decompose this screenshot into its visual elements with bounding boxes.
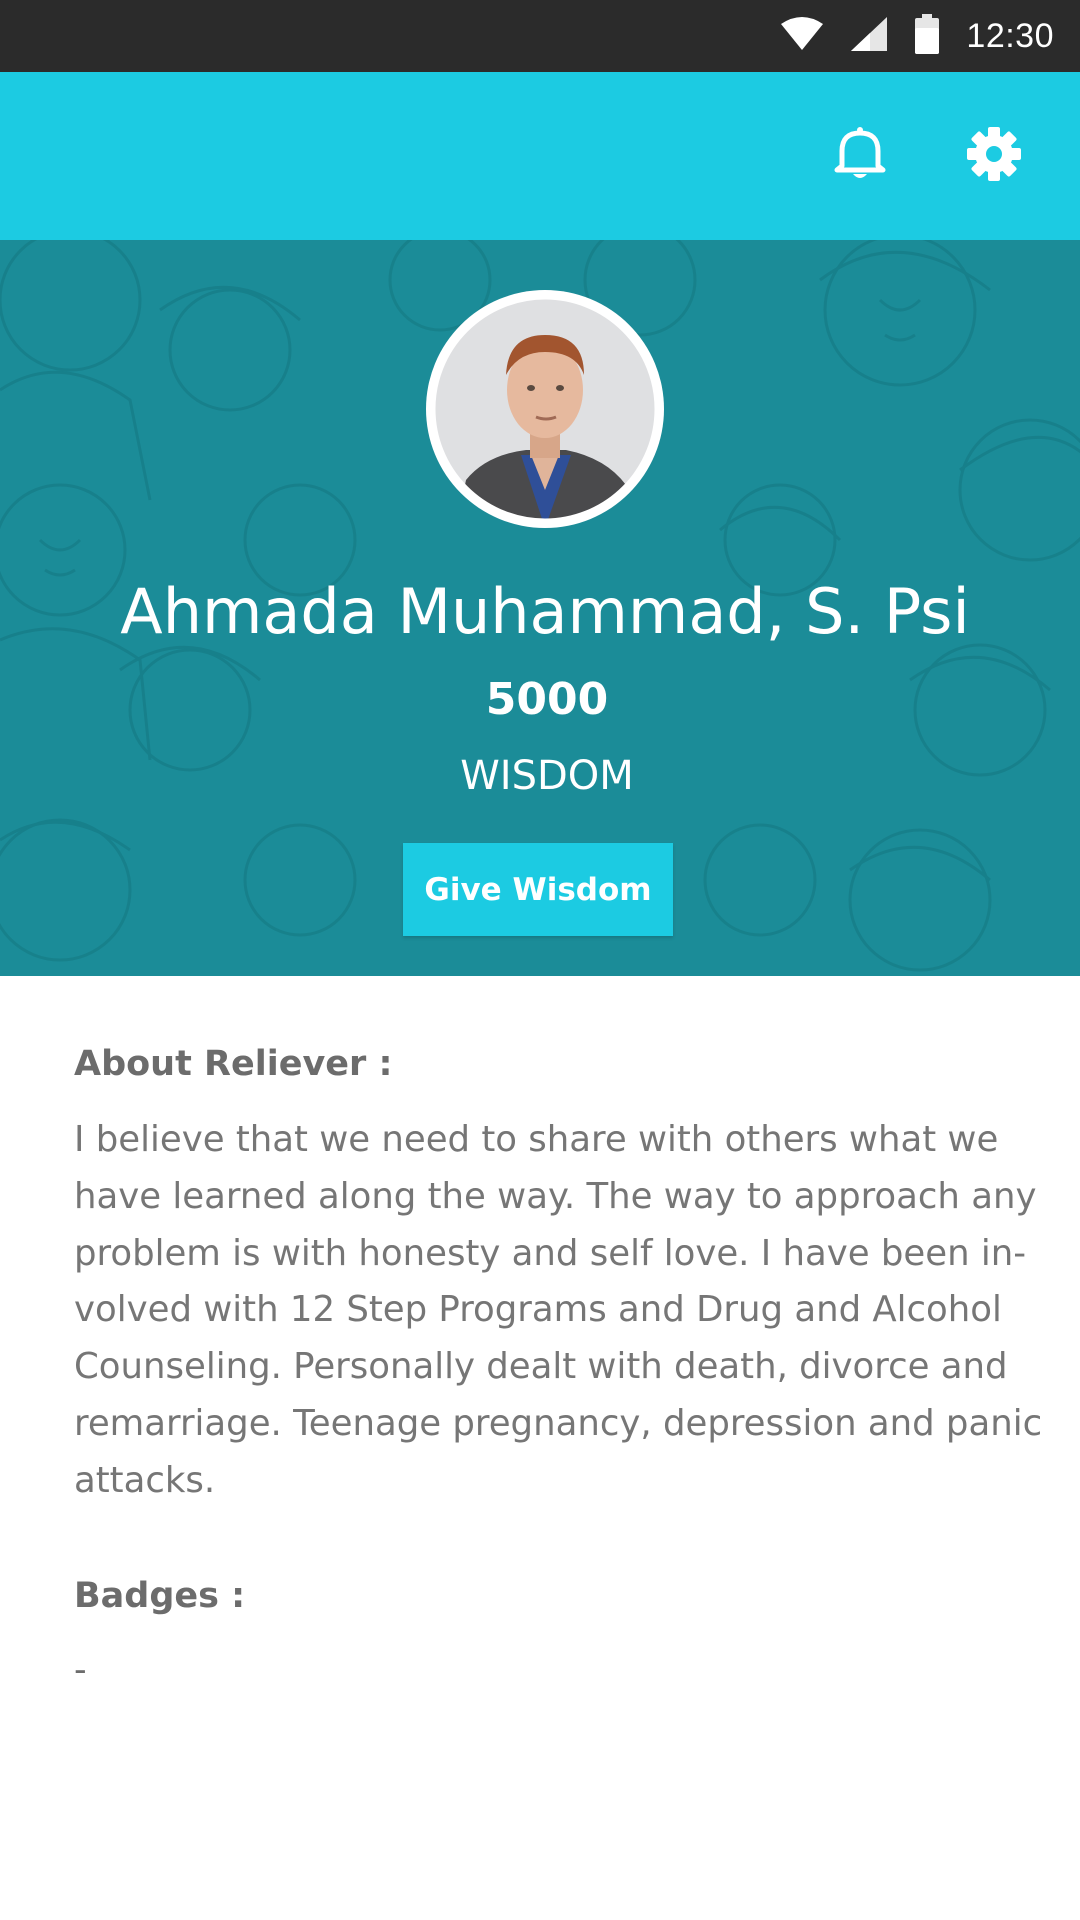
status-time: 12:30 bbox=[966, 16, 1054, 55]
signal-icon bbox=[850, 16, 888, 57]
wifi-icon bbox=[780, 16, 824, 57]
gear-icon bbox=[966, 126, 1022, 187]
about-line: problem is with honesty and self love. I… bbox=[74, 1232, 1027, 1274]
status-icons: 12:30 bbox=[780, 0, 1054, 72]
about-section-title: About Reliever : bbox=[74, 1044, 393, 1084]
profile-details: About Reliever : I believe that we need … bbox=[0, 976, 1080, 1920]
badges-value: - bbox=[74, 1650, 87, 1690]
status-bar: 12:30 bbox=[0, 0, 1080, 72]
about-line: Counseling. Personally dealt with death,… bbox=[74, 1346, 1008, 1388]
profile-header: Ahmada Muhammad, S. Psi 5000 WISDOM Give… bbox=[0, 240, 1080, 976]
profile-name: Ahmada Muhammad, S. Psi bbox=[120, 575, 970, 648]
about-line: attacks. bbox=[74, 1459, 216, 1501]
give-wisdom-button[interactable]: Give Wisdom bbox=[403, 843, 673, 936]
battery-icon bbox=[914, 13, 940, 59]
bell-icon bbox=[833, 126, 887, 187]
badges-section-title: Badges : bbox=[74, 1576, 246, 1616]
about-line: have learned along the way. The way to a… bbox=[74, 1175, 1037, 1217]
app-bar bbox=[0, 72, 1080, 240]
wisdom-points-label: WISDOM bbox=[460, 753, 634, 799]
about-line: remarriage. Teenage pregnancy, depressio… bbox=[74, 1402, 1043, 1444]
wisdom-points-value: 5000 bbox=[485, 674, 609, 725]
notifications-button[interactable] bbox=[828, 124, 892, 188]
settings-button[interactable] bbox=[962, 124, 1026, 188]
about-text: I believe that we need to share with oth… bbox=[74, 1112, 1044, 1510]
about-line: volved with 12 Step Programs and Drug an… bbox=[74, 1289, 1002, 1331]
profile-avatar bbox=[426, 290, 664, 528]
about-line: I believe that we need to share with oth… bbox=[74, 1119, 999, 1160]
